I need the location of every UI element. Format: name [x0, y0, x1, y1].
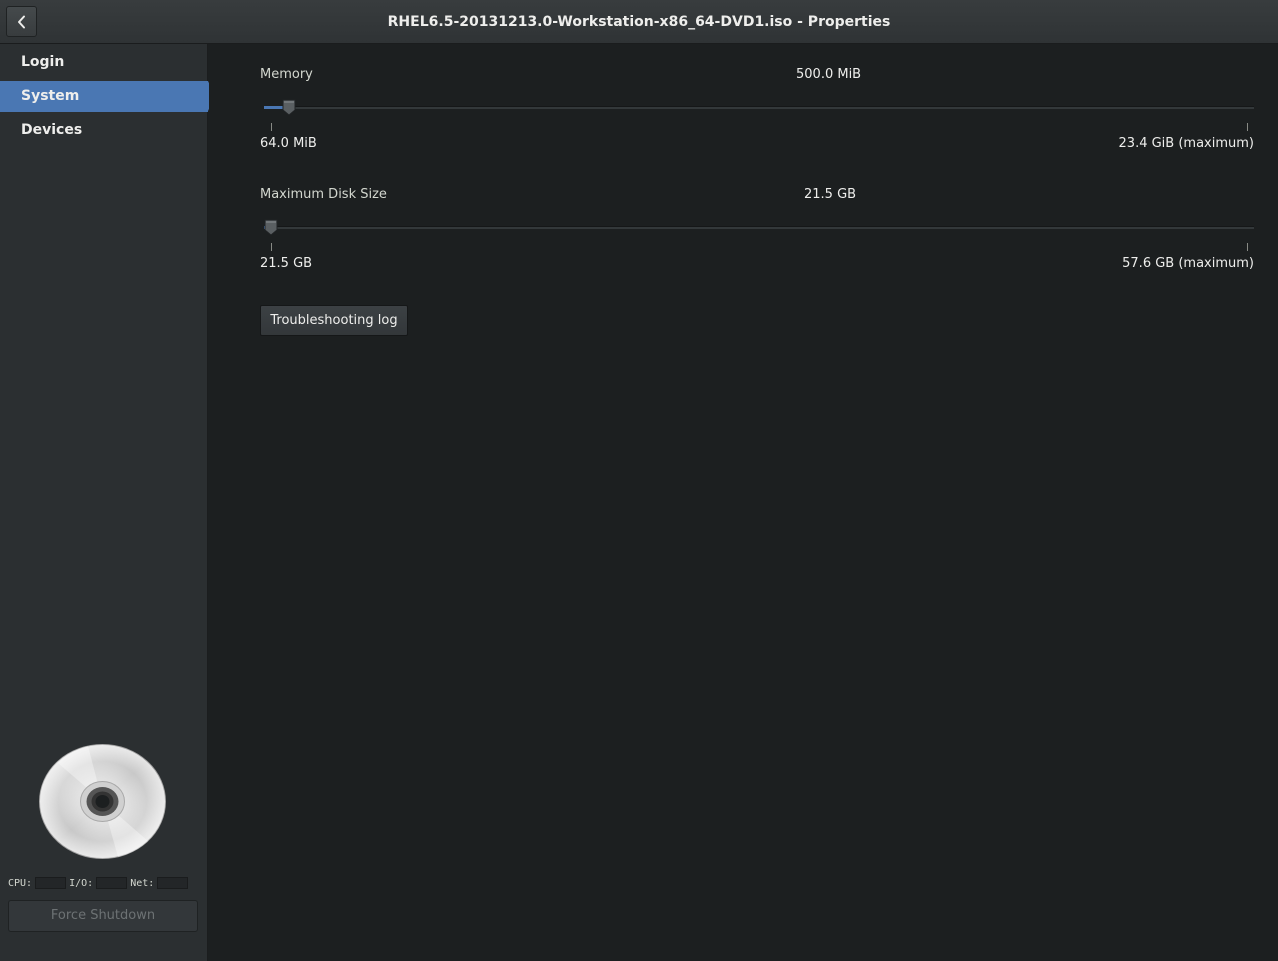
resource-stats: CPU: I/O: Net: [8, 876, 200, 890]
net-label: Net: [130, 877, 155, 889]
memory-min-tick [271, 123, 272, 131]
sidebar-item-devices[interactable]: Devices [0, 115, 207, 146]
memory-slider[interactable] [264, 106, 1254, 109]
window-title: RHEL6.5-20131213.0-Workstation-x86_64-DV… [387, 14, 891, 30]
disk-size-slider[interactable] [264, 226, 1254, 229]
io-label: I/O: [69, 877, 94, 889]
sidebar-item-system[interactable]: System [0, 81, 215, 112]
memory-min-label: 64.0 MiB [260, 136, 317, 151]
troubleshooting-log-button[interactable]: Troubleshooting log [260, 305, 408, 336]
disk-size-min-label: 21.5 GB [260, 256, 313, 271]
optical-disc-icon [39, 744, 166, 859]
sidebar-item-label: System [21, 88, 80, 104]
memory-max-label: 23.4 GiB (maximum) [1118, 136, 1254, 151]
system-properties-panel: Memory 500.0 MiB 64.0 MiB 23.4 GiB (maxi… [209, 44, 1278, 961]
memory-label: Memory [260, 67, 313, 82]
disk-size-label: Maximum Disk Size [260, 187, 387, 202]
disk-size-min-tick [271, 243, 272, 251]
sidebar-item-label: Devices [21, 122, 83, 138]
net-graph [157, 877, 189, 889]
io-graph [96, 877, 128, 889]
disk-size-slider-handle[interactable] [264, 219, 278, 236]
sidebar-item-label: Login [21, 54, 65, 70]
cpu-label: CPU: [8, 877, 33, 889]
memory-slider-handle[interactable] [282, 99, 296, 116]
disk-size-max-tick [1247, 243, 1248, 251]
memory-max-tick [1247, 123, 1248, 131]
sidebar-item-login[interactable]: Login [0, 47, 207, 78]
disk-size-max-label: 57.6 GB (maximum) [1122, 256, 1254, 271]
memory-value: 500.0 MiB [796, 67, 862, 82]
sidebar: Login System Devices CPU: I/O: Net: Forc… [0, 44, 215, 961]
header-bar: RHEL6.5-20131213.0-Workstation-x86_64-DV… [0, 0, 1278, 44]
cpu-graph [35, 877, 67, 889]
disk-size-value: 21.5 GB [804, 187, 857, 202]
force-shutdown-button[interactable]: Force Shutdown [8, 900, 198, 932]
